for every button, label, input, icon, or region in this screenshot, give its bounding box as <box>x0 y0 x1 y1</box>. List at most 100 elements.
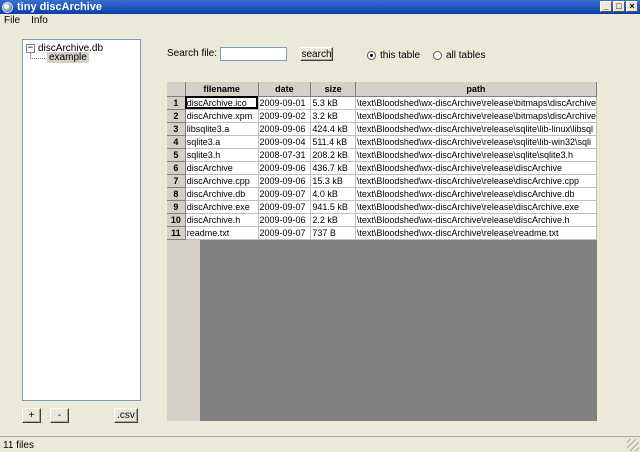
table-row[interactable]: 11 readme.txt 2009-09-07 737 B \text\Blo… <box>167 226 597 240</box>
table-row[interactable]: 1 discArchive.ico 2009-09-01 5.3 kB \tex… <box>167 96 597 110</box>
row-number[interactable]: 9 <box>167 200 186 214</box>
cell-size[interactable]: 208.2 kB <box>310 148 356 162</box>
table-row[interactable]: 9 discArchive.exe 2009-09-07 941.5 kB \t… <box>167 200 597 214</box>
client-area: − discArchive.db example + - .csv Search… <box>0 27 640 436</box>
cell-filename[interactable]: discArchive.xpm <box>185 109 259 123</box>
cell-filename[interactable]: libsqlite3.a <box>185 122 259 136</box>
cell-path[interactable]: \text\Bloodshed\wx-discArchive\release\d… <box>355 187 597 201</box>
row-number[interactable]: 7 <box>167 174 186 188</box>
cell-date[interactable]: 2009-09-07 <box>258 187 312 201</box>
table-row[interactable]: 10 discArchive.h 2009-09-06 2.2 kB \text… <box>167 213 597 227</box>
row-number[interactable]: 4 <box>167 135 186 149</box>
resize-grip-icon[interactable] <box>627 439 639 451</box>
cell-path[interactable]: \text\Bloodshed\wx-discArchive\release\d… <box>355 174 597 188</box>
add-table-button[interactable]: + <box>22 408 41 423</box>
app-disc-icon <box>2 1 13 13</box>
cell-size[interactable]: 15.3 kB <box>310 174 356 188</box>
row-number[interactable]: 3 <box>167 122 186 136</box>
cell-filename[interactable]: discArchive <box>185 161 259 175</box>
window-title: tiny discArchive <box>17 1 102 13</box>
row-number[interactable]: 1 <box>167 96 186 110</box>
status-text: 11 files <box>3 440 34 451</box>
cell-date[interactable]: 2008-07-31 <box>258 148 312 162</box>
cell-date[interactable]: 2009-09-06 <box>258 213 312 227</box>
minimize-button[interactable]: _ <box>600 1 612 12</box>
cell-date[interactable]: 2009-09-04 <box>258 135 312 149</box>
cell-filename[interactable]: discArchive.h <box>185 213 259 227</box>
cell-path[interactable]: \text\Bloodshed\wx-discArchive\release\s… <box>355 135 597 149</box>
cell-date[interactable]: 2009-09-02 <box>258 109 312 123</box>
radio-this-table[interactable]: this table <box>367 50 420 61</box>
file-table: filename date size path 1 discArchive.ic… <box>167 82 597 240</box>
radio-selected-icon[interactable] <box>367 51 376 60</box>
row-number[interactable]: 11 <box>167 226 186 240</box>
table-row[interactable]: 3 libsqlite3.a 2009-09-06 424.4 kB \text… <box>167 122 597 136</box>
column-header-date[interactable]: date <box>258 82 312 97</box>
cell-size[interactable]: 941.5 kB <box>310 200 356 214</box>
cell-path[interactable]: \text\Bloodshed\wx-discArchive\release\s… <box>355 122 597 136</box>
database-tree[interactable]: − discArchive.db example <box>22 39 141 401</box>
cell-filename[interactable]: discArchive.exe <box>185 200 259 214</box>
menu-file[interactable]: File <box>4 15 20 26</box>
export-csv-button[interactable]: .csv <box>114 408 138 423</box>
cell-filename[interactable]: discArchive.ico <box>185 96 259 110</box>
cell-filename[interactable]: sqlite3.a <box>185 135 259 149</box>
table-row[interactable]: 5 sqlite3.h 2008-07-31 208.2 kB \text\Bl… <box>167 148 597 162</box>
cell-filename[interactable]: discArchive.db <box>185 187 259 201</box>
radio-unselected-icon[interactable] <box>433 51 442 60</box>
menu-info[interactable]: Info <box>31 15 48 26</box>
cell-path[interactable]: \text\Bloodshed\wx-discArchive\release\b… <box>355 109 597 123</box>
cell-path[interactable]: \text\Bloodshed\wx-discArchive\release\d… <box>355 161 597 175</box>
cell-path[interactable]: \text\Bloodshed\wx-discArchive\release\d… <box>355 213 597 227</box>
row-number[interactable]: 5 <box>167 148 186 162</box>
table-row[interactable]: 2 discArchive.xpm 2009-09-02 3.2 kB \tex… <box>167 109 597 123</box>
radio-this-table-label: this table <box>380 50 421 61</box>
file-grid[interactable]: filename date size path 1 discArchive.ic… <box>167 82 597 421</box>
cell-filename[interactable]: readme.txt <box>185 226 259 240</box>
maximize-button[interactable]: □ <box>613 1 625 12</box>
cell-size[interactable]: 511.4 kB <box>310 135 356 149</box>
menu-bar: File Info <box>0 14 640 27</box>
column-header-path[interactable]: path <box>355 82 597 97</box>
table-row[interactable]: 6 discArchive 2009-09-06 436.7 kB \text\… <box>167 161 597 175</box>
cell-date[interactable]: 2009-09-06 <box>258 174 312 188</box>
cell-path[interactable]: \text\Bloodshed\wx-discArchive\release\s… <box>355 148 597 162</box>
search-input[interactable] <box>220 47 287 61</box>
search-label: Search file: <box>167 48 218 59</box>
row-number[interactable]: 8 <box>167 187 186 201</box>
column-header-size[interactable]: size <box>310 82 356 97</box>
cell-date[interactable]: 2009-09-06 <box>258 122 312 136</box>
cell-size[interactable]: 2.2 kB <box>310 213 356 227</box>
title-bar[interactable]: tiny discArchive _ □ × <box>0 0 640 14</box>
cell-size[interactable]: 3.2 kB <box>310 109 356 123</box>
status-bar: 11 files <box>0 436 640 452</box>
cell-size[interactable]: 4.0 kB <box>310 187 356 201</box>
cell-date[interactable]: 2009-09-01 <box>258 96 312 110</box>
cell-filename[interactable]: discArchive.cpp <box>185 174 259 188</box>
cell-date[interactable]: 2009-09-06 <box>258 161 312 175</box>
row-number[interactable]: 6 <box>167 161 186 175</box>
cell-size[interactable]: 424.4 kB <box>310 122 356 136</box>
cell-path[interactable]: \text\Bloodshed\wx-discArchive\release\r… <box>355 226 597 240</box>
column-header-filename[interactable]: filename <box>185 82 259 97</box>
search-button[interactable]: search <box>300 47 333 61</box>
cell-path[interactable]: \text\Bloodshed\wx-discArchive\release\d… <box>355 200 597 214</box>
collapse-icon[interactable]: − <box>26 44 35 53</box>
radio-all-tables[interactable]: all tables <box>433 50 485 61</box>
cell-path[interactable]: \text\Bloodshed\wx-discArchive\release\b… <box>355 96 597 110</box>
cell-size[interactable]: 737 B <box>310 226 356 240</box>
table-row[interactable]: 4 sqlite3.a 2009-09-04 511.4 kB \text\Bl… <box>167 135 597 149</box>
row-number[interactable]: 10 <box>167 213 186 227</box>
cell-size[interactable]: 436.7 kB <box>310 161 356 175</box>
cell-date[interactable]: 2009-09-07 <box>258 200 312 214</box>
cell-size[interactable]: 5.3 kB <box>310 96 356 110</box>
remove-table-button[interactable]: - <box>50 408 69 423</box>
row-number[interactable]: 2 <box>167 109 186 123</box>
close-button[interactable]: × <box>626 1 638 12</box>
table-row[interactable]: 8 discArchive.db 2009-09-07 4.0 kB \text… <box>167 187 597 201</box>
corner-cell[interactable] <box>167 82 186 97</box>
tree-item-example[interactable]: example <box>47 52 89 63</box>
table-row[interactable]: 7 discArchive.cpp 2009-09-06 15.3 kB \te… <box>167 174 597 188</box>
cell-date[interactable]: 2009-09-07 <box>258 226 312 240</box>
cell-filename[interactable]: sqlite3.h <box>185 148 259 162</box>
